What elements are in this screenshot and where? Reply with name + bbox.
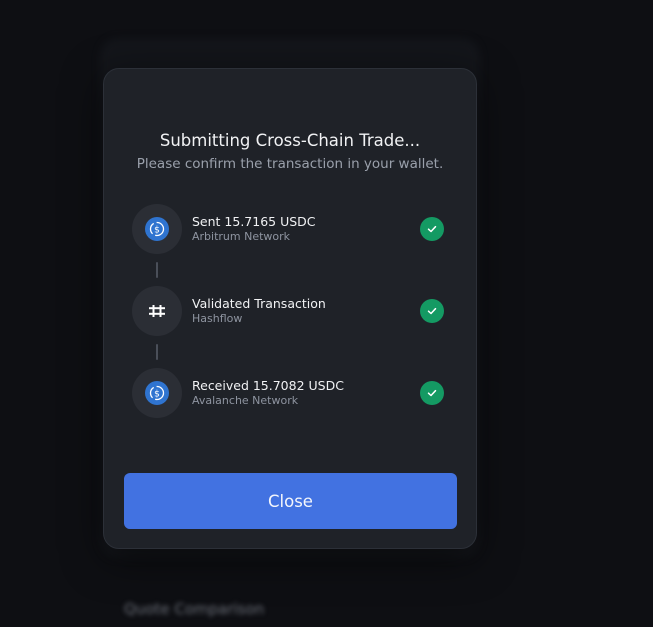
- check-icon: [420, 381, 444, 405]
- step-title: Sent 15.7165 USDC: [192, 214, 316, 229]
- trade-status-modal: Submitting Cross-Chain Trade... Please c…: [103, 68, 477, 549]
- step-text: Received 15.7082 USDC Avalanche Network: [192, 378, 344, 408]
- hashflow-icon: [149, 305, 165, 317]
- step-received: $ Received 15.7082 USDC Avalanche Networ…: [132, 368, 444, 418]
- trade-steps: $ Sent 15.7165 USDC Arbitrum Network Val…: [132, 204, 444, 418]
- step-connector: [156, 344, 158, 360]
- step-title: Validated Transaction: [192, 296, 326, 311]
- app-stage: Quote Comparison Submitting Cross-Chain …: [0, 0, 653, 627]
- step-validated: Validated Transaction Hashflow: [132, 286, 444, 336]
- usdc-icon: $: [145, 217, 169, 241]
- step-icon-container: $: [132, 368, 182, 418]
- background-quote-comparison-label: Quote Comparison: [124, 600, 265, 618]
- step-icon-container: [132, 286, 182, 336]
- step-provider: Hashflow: [192, 312, 243, 325]
- svg-text:$: $: [154, 225, 160, 235]
- modal-title: Submitting Cross-Chain Trade...: [159, 131, 421, 150]
- step-title: Received 15.7082 USDC: [192, 378, 344, 393]
- usdc-icon: $: [145, 381, 169, 405]
- step-sent: $ Sent 15.7165 USDC Arbitrum Network: [132, 204, 444, 254]
- step-text: Validated Transaction Hashflow: [192, 296, 326, 326]
- step-network: Arbitrum Network: [192, 230, 291, 243]
- check-icon: [420, 299, 444, 323]
- step-icon-container: $: [132, 204, 182, 254]
- check-icon: [420, 217, 444, 241]
- close-button[interactable]: Close: [124, 473, 457, 529]
- step-text: Sent 15.7165 USDC Arbitrum Network: [192, 214, 316, 244]
- svg-text:$: $: [154, 389, 160, 399]
- step-connector: [156, 262, 158, 278]
- modal-subtitle: Please confirm the transaction in your w…: [136, 156, 444, 172]
- step-network: Avalanche Network: [192, 394, 299, 407]
